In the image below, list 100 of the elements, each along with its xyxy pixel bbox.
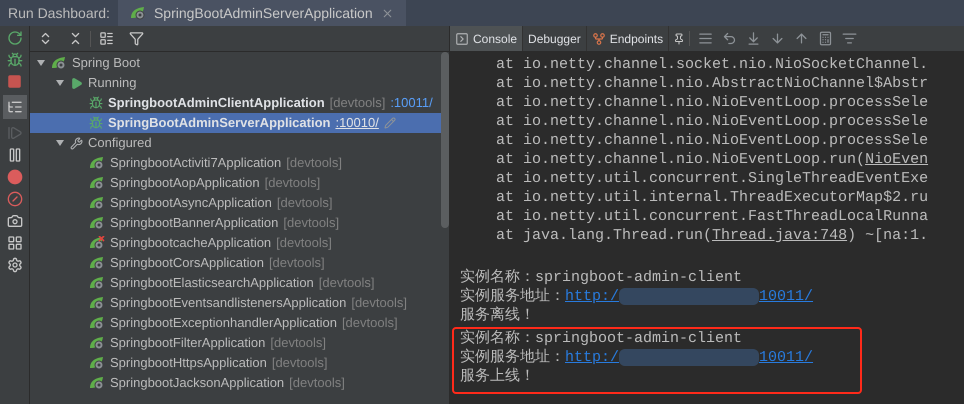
console-text: 服务上线！ xyxy=(460,367,536,386)
step-over-icon[interactable] xyxy=(746,31,762,46)
bug-icon xyxy=(89,96,103,110)
expanded-arrow-icon[interactable] xyxy=(55,138,65,148)
console-tab[interactable]: Console xyxy=(450,26,524,51)
console-tab[interactable]: Debugger xyxy=(523,26,587,51)
devtools-tag: [devtools] xyxy=(289,373,345,393)
breakpoints-icon[interactable] xyxy=(6,169,22,185)
console-tab[interactable]: Endpoints xyxy=(586,26,670,51)
devtools-tag: [devtools] xyxy=(270,333,326,353)
stack-trace-line: at java.lang.Thread.run(Thread.java:748) ~[na:1. xyxy=(495,226,930,245)
console-icon xyxy=(455,32,469,46)
tree-item[interactable]: SpringbootJacksonApplication [devtools] xyxy=(30,373,441,393)
tree-layout-icon xyxy=(6,99,22,115)
stack-trace-line: at io.netty.util.internal.ThreadExecutorMap$2.ru xyxy=(495,188,930,207)
devtools-tag: [devtools] xyxy=(351,293,407,313)
tree-item[interactable]: Spring Boot xyxy=(30,53,441,73)
stop-icon[interactable] xyxy=(7,74,22,89)
close-icon[interactable] xyxy=(380,6,394,20)
stack-trace-line: at io.netty.channel.nio.NioEventLoop.run(NioEven xyxy=(495,150,930,169)
show-execution-point-icon[interactable] xyxy=(722,31,738,46)
item-name: SpringbootActiviti7Application xyxy=(110,154,282,172)
play-icon xyxy=(70,76,83,90)
item-name: SpringbootExceptionhandlerApplication xyxy=(110,314,337,332)
rerun-icon[interactable] xyxy=(6,30,22,46)
tab-title: SpringBootAdminServerApplication xyxy=(154,4,373,23)
stack-trace-line: at io.netty.channel.nio.NioEventLoop.processSele xyxy=(495,112,930,131)
tree-item[interactable]: SpringbootAdminClientApplication [devtools] :10011/ xyxy=(30,93,441,113)
console-text: 实例服务地址： xyxy=(460,348,565,367)
console-text: 实例名称：springboot-admin-client xyxy=(460,329,744,348)
devtools-tag: [devtools] xyxy=(276,193,333,213)
tree-item[interactable]: SpringbootcacheApplication [devtools] xyxy=(30,233,441,253)
devtools-tag: [devtools] xyxy=(283,213,340,233)
step-into-icon[interactable] xyxy=(770,31,786,46)
endpoints-icon xyxy=(592,32,606,46)
stack-trace-line: at io.netty.channel.socket.nio.NioSocketChannel. xyxy=(495,55,930,74)
step-out-icon[interactable] xyxy=(794,31,810,46)
mute-breakpoints-icon[interactable] xyxy=(6,191,22,207)
filter-icon[interactable] xyxy=(128,31,144,46)
menu-icon[interactable] xyxy=(698,31,714,46)
run-tab[interactable]: SpringBootAdminServerApplication xyxy=(118,0,406,26)
devtools-tag: [devtools] xyxy=(342,313,398,333)
camera-icon[interactable] xyxy=(6,213,22,229)
tree-item[interactable]: SpringbootBannerApplication [devtools] xyxy=(30,213,441,233)
panel-title: Run Dashboard: xyxy=(7,4,111,22)
devtools-tag: [devtools] xyxy=(286,153,342,173)
stack-trace-line: at io.netty.channel.nio.NioEventLoop.processSele xyxy=(495,93,930,112)
source-link[interactable]: NioEven xyxy=(865,151,928,168)
devtools-tag: [devtools] xyxy=(272,353,328,373)
devtools-tag: [devtools] xyxy=(264,173,320,193)
tree-item[interactable]: SpringBootAdminServerApplication :10010/ xyxy=(30,113,441,133)
tree-item[interactable]: SpringbootAopApplication [devtools] xyxy=(30,173,441,193)
item-name: SpringbootAdminClientApplication xyxy=(108,94,325,112)
item-name: SpringBootAdminServerApplication xyxy=(108,114,330,132)
devtools-tag: [devtools] xyxy=(330,93,386,113)
tree-item[interactable]: SpringbootEventsandlistenersApplication [devtools] xyxy=(30,293,441,313)
item-name: Configured xyxy=(88,134,152,152)
item-name: SpringbootCorsApplication xyxy=(110,254,264,272)
stack-trace-line: at io.netty.util.concurrent.FastThreadLocalRunna xyxy=(495,207,930,226)
devtools-tag: [devtools] xyxy=(318,273,374,293)
port-link[interactable]: :10011/ xyxy=(390,93,433,113)
tree-item[interactable]: Configured xyxy=(30,133,441,153)
bug-icon xyxy=(89,116,103,130)
url-link[interactable]: http:/ 10011/ xyxy=(565,348,814,367)
tree-item[interactable]: SpringbootExceptionhandlerApplication [devtools] xyxy=(30,313,441,333)
tree-item[interactable]: SpringbootAsyncApplication [devtools] xyxy=(30,193,441,213)
evaluate-icon[interactable] xyxy=(818,31,834,46)
spring-leaf-icon xyxy=(130,6,146,20)
tree-item[interactable]: SpringbootFilterApplication [devtools] xyxy=(30,333,441,353)
item-name: SpringbootcacheApplication xyxy=(110,234,272,252)
trace-icon[interactable] xyxy=(842,31,858,46)
pin-icon[interactable] xyxy=(673,32,686,44)
tree-item[interactable]: SpringbootActiviti7Application [devtools] xyxy=(30,153,441,173)
item-name: SpringbootAopApplication xyxy=(110,174,260,192)
item-name: Spring Boot xyxy=(72,54,140,72)
tree-item[interactable]: SpringbootHttpsApplication [devtools] xyxy=(30,353,441,373)
item-name: SpringbootElasticsearchApplication xyxy=(110,274,314,292)
item-name: SpringbootEventsandlistenersApplication xyxy=(110,294,346,312)
tree-item[interactable]: SpringbootElasticsearchApplication [devtools] xyxy=(30,273,441,293)
layout-icon[interactable] xyxy=(6,235,22,251)
tree-item[interactable]: Running xyxy=(30,73,441,93)
source-link[interactable]: Thread.java:748 xyxy=(712,227,848,244)
expanded-arrow-icon[interactable] xyxy=(55,78,65,88)
item-name: SpringbootFilterApplication xyxy=(110,334,266,352)
spring-leaf-icon xyxy=(51,56,67,70)
group-by-icon[interactable] xyxy=(98,31,114,46)
pause-icon[interactable] xyxy=(6,147,22,163)
port-link[interactable]: :10010/ xyxy=(335,113,379,133)
devtools-tag: [devtools] xyxy=(268,253,325,273)
url-link[interactable]: http:/ 10011/ xyxy=(565,287,814,306)
tree-item[interactable]: SpringbootCorsApplication [devtools] xyxy=(30,253,441,273)
settings-icon[interactable] xyxy=(6,257,22,273)
console-text: 实例名称：springboot-admin-client xyxy=(460,268,744,287)
layout-toggle[interactable] xyxy=(2,95,26,119)
expanded-arrow-icon[interactable] xyxy=(36,58,46,68)
debug-icon[interactable] xyxy=(6,52,22,68)
console-text: 服务离线！ xyxy=(460,306,536,325)
wrench-icon xyxy=(70,136,83,150)
item-name: SpringbootJacksonApplication xyxy=(110,374,284,392)
devtools-tag: [devtools] xyxy=(276,233,332,253)
